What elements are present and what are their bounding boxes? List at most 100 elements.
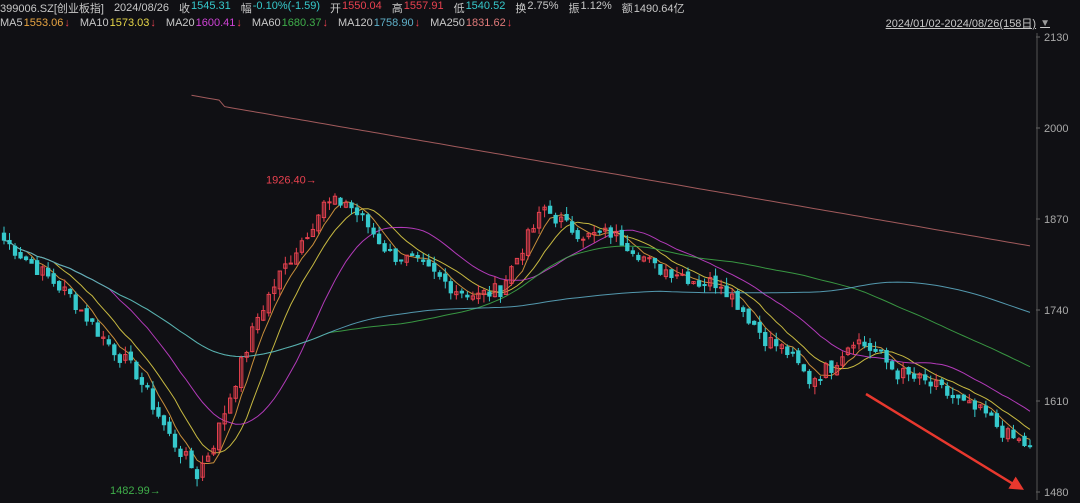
- candle-body: [763, 331, 768, 347]
- candle-body: [735, 290, 740, 310]
- candle-body: [338, 197, 343, 206]
- candle-body: [867, 343, 873, 351]
- candle-body: [746, 308, 751, 324]
- candle-body: [498, 285, 503, 298]
- candle-body: [923, 374, 928, 381]
- candle-body: [696, 280, 702, 287]
- candle-body: [895, 370, 900, 380]
- candle-body: [774, 339, 779, 347]
- candle-body: [741, 307, 746, 312]
- candle-body: [807, 370, 812, 385]
- candle-body: [790, 351, 795, 354]
- y-tick-label: 2000: [1044, 123, 1068, 135]
- y-tick-label: 1740: [1044, 305, 1068, 317]
- candle-body: [928, 381, 933, 387]
- candle-body: [465, 294, 470, 298]
- candle-body: [829, 360, 834, 373]
- candle-body: [45, 267, 51, 277]
- candle-body: [79, 309, 84, 312]
- candle-body: [630, 250, 635, 254]
- candle-body: [884, 350, 889, 363]
- high-annotation: 1926.40→: [266, 175, 317, 187]
- candle-body: [410, 253, 415, 256]
- ma-line-ma250: [191, 94, 1031, 247]
- candle-body: [437, 272, 442, 277]
- low-annotation: 1482.99→: [110, 485, 161, 497]
- candle-body: [387, 248, 393, 251]
- candle-body: [669, 269, 674, 279]
- candle-body: [570, 221, 575, 233]
- candle-body: [18, 252, 23, 259]
- candle-body: [564, 213, 569, 221]
- candle-body: [327, 201, 332, 204]
- candle-body: [862, 341, 867, 347]
- candle-body: [382, 243, 387, 252]
- candle-body: [702, 284, 707, 287]
- candle-body: [194, 469, 200, 480]
- candle-body: [305, 237, 310, 240]
- candle-body: [12, 245, 18, 256]
- y-tick-label: 1480: [1044, 487, 1068, 499]
- candle-body: [376, 233, 382, 245]
- y-tick-label: 1610: [1044, 396, 1068, 408]
- candle-body: [145, 385, 150, 388]
- candle-body: [365, 214, 371, 228]
- y-tick-label: 1870: [1044, 214, 1068, 226]
- candle-body: [950, 394, 955, 399]
- candle-body: [956, 394, 961, 399]
- candle-body: [128, 351, 134, 361]
- candle-body: [29, 258, 34, 264]
- candle-body: [1000, 425, 1005, 438]
- candle-body: [1, 232, 7, 241]
- candle-body: [619, 229, 624, 246]
- candlestick-chart[interactable]: 1480 1610 1740 1870 2000 2130 1926.40→ 1482.99→: [0, 0, 1080, 503]
- candle-body: [349, 202, 354, 209]
- candle-body: [674, 274, 680, 277]
- candle-body: [994, 413, 1000, 427]
- candle-body: [983, 405, 989, 414]
- candle-body: [724, 285, 729, 298]
- candle-body: [989, 412, 994, 416]
- candle-body: [68, 288, 73, 295]
- candle-body: [139, 377, 145, 385]
- candle-body: [785, 346, 790, 355]
- candle-body: [354, 207, 360, 216]
- candle-body: [426, 259, 431, 267]
- candle-body: [713, 275, 718, 289]
- candle-body: [34, 260, 40, 275]
- candle-body: [889, 361, 895, 370]
- candle-body: [652, 258, 658, 264]
- candle-body: [167, 421, 172, 434]
- candle-body: [961, 394, 966, 401]
- candle-body: [878, 349, 884, 352]
- candle-body: [1011, 429, 1016, 439]
- candle-body: [117, 354, 122, 363]
- candle-body: [801, 364, 806, 372]
- candle-body: [73, 294, 78, 311]
- candle-body: [608, 227, 613, 238]
- candle-body: [972, 400, 977, 410]
- candle-body: [796, 350, 801, 364]
- candle-body: [95, 322, 100, 337]
- candle-body: [581, 238, 586, 241]
- candle-body: [399, 259, 404, 262]
- candle-body: [685, 271, 691, 284]
- trend-arrow-line: [865, 392, 1019, 488]
- candle-body: [553, 214, 558, 224]
- candle-body: [371, 227, 376, 235]
- candle-body: [873, 348, 878, 352]
- candle-body: [680, 273, 685, 276]
- candle-body: [106, 339, 111, 345]
- candle-body: [945, 385, 950, 396]
- candle-body: [150, 388, 156, 410]
- y-tick-label: 2130: [1044, 32, 1068, 44]
- candle-body: [23, 256, 29, 261]
- candle-body: [752, 320, 757, 325]
- ma-line-ma5: [3, 201, 1031, 464]
- candle-body: [597, 230, 602, 233]
- candle-body: [51, 273, 56, 284]
- candle-body: [487, 291, 492, 297]
- candle-body: [432, 262, 437, 272]
- candle-body: [57, 281, 62, 291]
- candle-body: [161, 415, 167, 426]
